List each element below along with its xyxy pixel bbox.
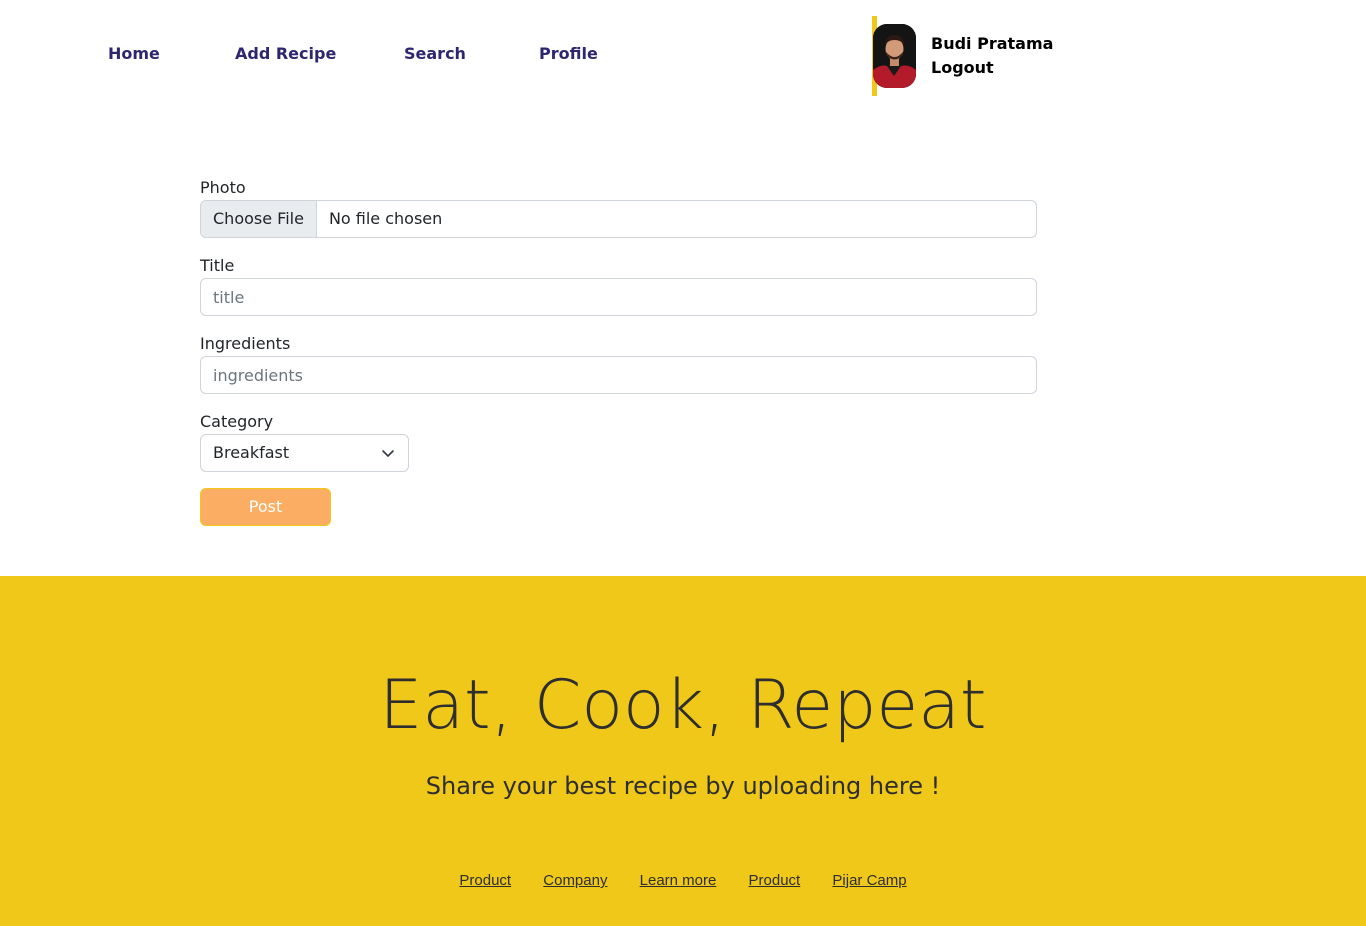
footer-link-product-2[interactable]: Product: [749, 872, 801, 889]
choose-file-button[interactable]: Choose File: [201, 201, 317, 237]
footer-link-learn-more[interactable]: Learn more: [640, 872, 717, 889]
title-input[interactable]: [200, 278, 1037, 316]
post-button[interactable]: Post: [200, 488, 331, 526]
footer-title: Eat, Cook, Repeat: [379, 666, 987, 745]
chevron-down-icon: [382, 450, 394, 457]
nav-add-recipe-link[interactable]: Add Recipe: [235, 44, 336, 63]
ingredients-input[interactable]: [200, 356, 1037, 394]
footer-subtitle: Share your best recipe by uploading here…: [425, 772, 941, 800]
category-selected-value: Breakfast: [213, 443, 290, 462]
nav-home-link[interactable]: Home: [108, 44, 160, 63]
photo-file-input[interactable]: Choose File No file chosen: [200, 200, 1037, 238]
avatar[interactable]: [873, 24, 916, 88]
category-group: Category Breakfast: [200, 410, 1037, 472]
title-label: Title: [200, 256, 235, 275]
navbar: Home Add Recipe Search Profile Budi Prat…: [0, 0, 1366, 110]
category-label: Category: [200, 412, 274, 431]
footer: Eat, Cook, Repeat Share your best recipe…: [0, 576, 1366, 926]
footer-link-pijar-camp[interactable]: Pijar Camp: [832, 872, 906, 889]
footer-link-company[interactable]: Company: [543, 872, 607, 889]
nav-profile-link[interactable]: Profile: [539, 44, 598, 63]
user-menu: Budi Pratama Logout: [872, 16, 1072, 96]
logout-link[interactable]: Logout: [931, 58, 994, 77]
add-recipe-form: Photo Choose File No file chosen Title I…: [200, 176, 1037, 526]
user-name: Budi Pratama: [931, 34, 1054, 53]
footer-links: Product Company Learn more Product Pijar…: [0, 872, 1366, 889]
ingredients-group: Ingredients: [200, 332, 1037, 394]
category-select[interactable]: Breakfast: [200, 434, 409, 472]
photo-label: Photo: [200, 178, 246, 197]
photo-group: Photo Choose File No file chosen: [200, 176, 1037, 238]
avatar-image: [873, 24, 916, 88]
nav-search-link[interactable]: Search: [404, 44, 466, 63]
footer-link-product[interactable]: Product: [459, 872, 511, 889]
file-status-text: No file chosen: [328, 209, 443, 228]
ingredients-label: Ingredients: [200, 334, 291, 353]
title-group: Title: [200, 254, 1037, 316]
